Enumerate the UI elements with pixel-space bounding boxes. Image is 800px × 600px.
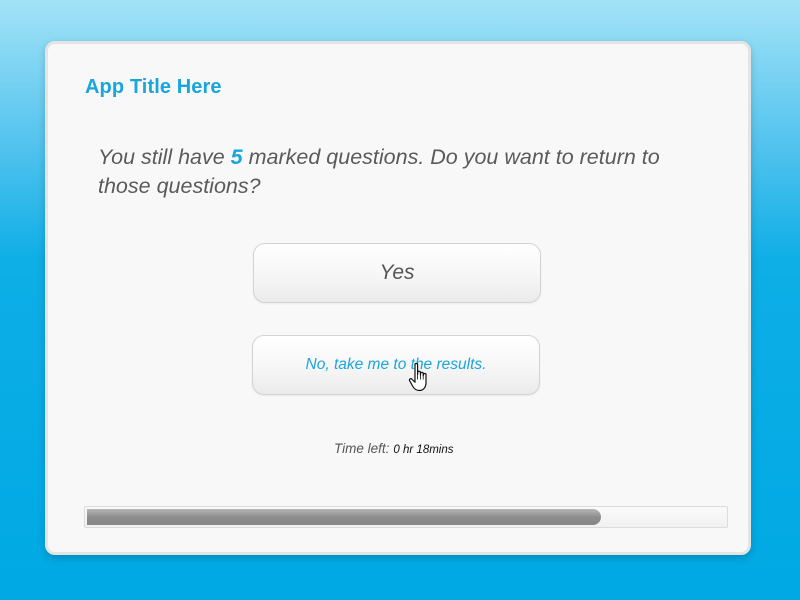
- hand-pointer-icon: [408, 362, 427, 392]
- results-button[interactable]: No, take me to the results.: [252, 335, 540, 395]
- time-left: Time left: 0 hr 18mins: [334, 441, 454, 456]
- yes-button[interactable]: Yes: [253, 243, 541, 303]
- app-title: App Title Here: [85, 76, 222, 98]
- results-button-label: No, take me to the results.: [305, 356, 487, 373]
- yes-button-label: Yes: [379, 261, 415, 284]
- progress-bar: [84, 506, 728, 528]
- dialog-card: App Title Here You still have 5 marked q…: [45, 41, 751, 555]
- time-left-value: 0 hr 18mins: [393, 444, 454, 456]
- question-text: You still have 5 marked questions. Do yo…: [98, 143, 698, 201]
- progress-bar-fill: [87, 509, 601, 525]
- time-left-label: Time left:: [334, 441, 390, 456]
- marked-count: 5: [230, 145, 243, 169]
- question-prefix: You still have: [98, 145, 231, 169]
